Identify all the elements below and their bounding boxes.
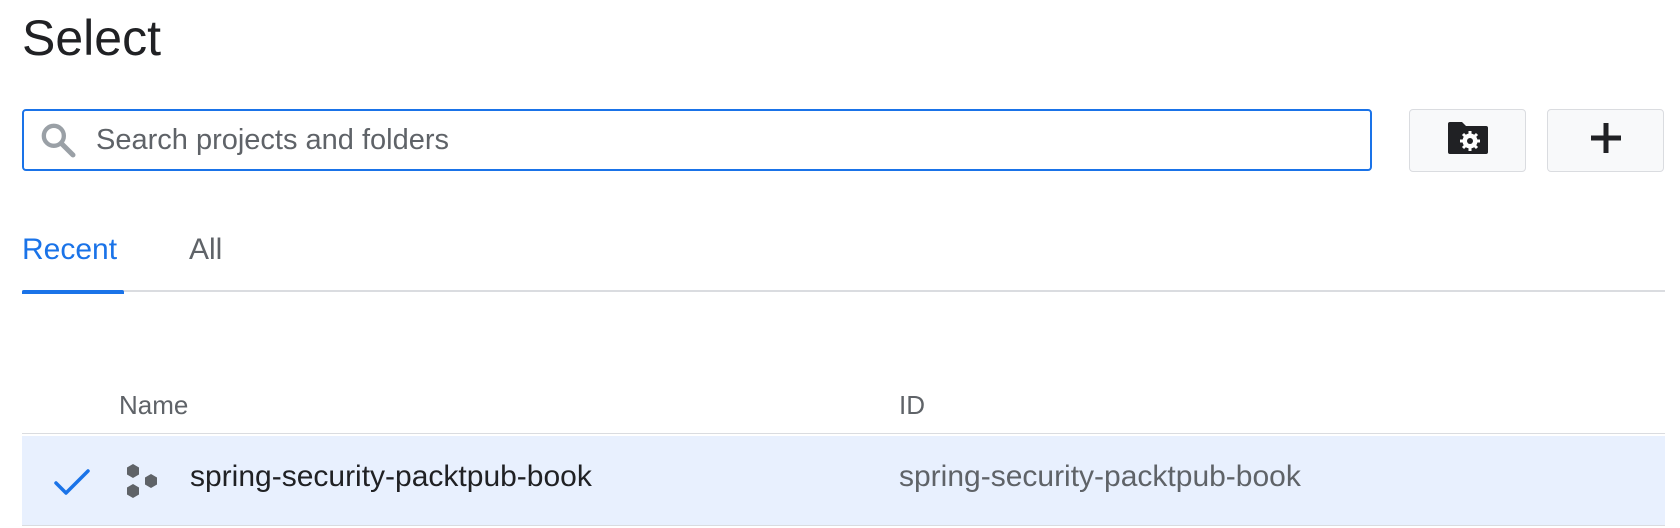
folder-settings-button[interactable] (1409, 109, 1526, 172)
plus-icon (1588, 120, 1624, 161)
tab-recent-label: Recent (22, 233, 118, 266)
tab-bar: Recent All (22, 226, 1665, 294)
tab-all[interactable]: All (189, 226, 222, 292)
folder-gear-icon (1446, 120, 1490, 161)
project-hexagons-icon (121, 460, 165, 504)
column-header-name: Name (119, 390, 189, 420)
table-row[interactable]: spring-security-packtpub-book spring-sec… (22, 436, 1665, 526)
table-header: Name ID (22, 384, 1665, 434)
select-dialog: Select Search projects and folders Recen… (0, 0, 1680, 528)
tab-recent[interactable]: Recent (22, 226, 124, 294)
column-header-id: ID (899, 390, 925, 420)
active-tab-indicator (22, 290, 124, 294)
check-icon (52, 462, 92, 502)
tab-all-label: All (189, 233, 223, 266)
search-icon (36, 118, 80, 162)
search-box[interactable] (22, 109, 1372, 171)
search-input[interactable] (94, 114, 1338, 166)
dialog-title: Select (22, 10, 161, 66)
project-name: spring-security-packtpub-book (190, 460, 592, 493)
add-button[interactable] (1547, 109, 1664, 172)
project-id: spring-security-packtpub-book (899, 460, 1301, 493)
